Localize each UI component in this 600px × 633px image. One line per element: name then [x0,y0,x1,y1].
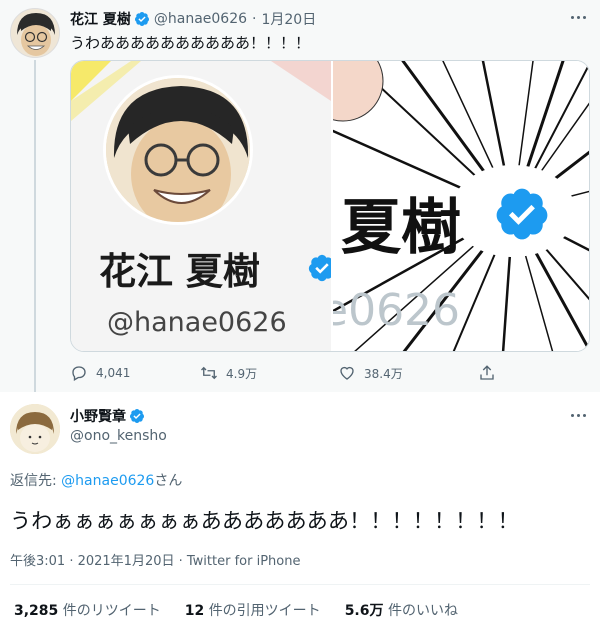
parent-tweet[interactable]: 花江 夏樹 @hanae0626 · 1月20日 うわああああああああああ！！！… [0,0,600,392]
divider [10,584,590,585]
verified-badge-icon [129,409,144,423]
like-icon [340,366,354,380]
media-image-profile[interactable]: 花江 夏樹 @hanae0626 [71,61,331,351]
verified-badge-manga-icon [496,188,548,240]
reply-context: 返信先: @hanae0626さん [10,470,182,490]
reply-suffix: さん [154,473,183,489]
tweet-text: うわああああああああああ！！！！ [70,34,311,52]
media-image-manga[interactable]: 夏樹 e0626 [333,61,589,351]
more-icon[interactable] [568,408,588,422]
verified-badge-large-icon [308,254,331,282]
tweet-header: 花江 夏樹 @hanae0626 · 1月20日 [70,8,316,30]
manga-name-text: 夏樹 [341,193,461,263]
verified-badge-icon [134,12,149,26]
tweet-timestamp[interactable]: 午後3:01 · 2021年1月20日 · Twitter for iPhone [10,550,300,569]
retweet-count: 4.9万 [226,366,258,381]
profile-avatar-image [103,75,253,225]
like-button[interactable]: 38.4万 [338,364,478,382]
reply-icon [72,366,86,381]
share-icon [480,365,494,380]
profile-handle-large: @hanae0626 [107,307,287,338]
tweet-media[interactable]: 花江 夏樹 @hanae0626 夏樹 e0626 [70,60,590,352]
thread-line [34,60,36,392]
quotes-stat[interactable]: 12 件の引用ツイート [185,600,321,620]
avatar[interactable] [10,8,60,58]
tweet-date[interactable]: 1月20日 [261,9,316,29]
retweet-icon [201,366,217,380]
like-count: 38.4万 [364,366,403,381]
author-name-row: 小野賢章 [70,406,149,426]
tweet-actions: 4,041 4.9万 38.4万 [70,362,510,384]
author-name[interactable]: 花江 夏樹 [70,9,131,29]
author-handle[interactable]: @ono_kensho [70,428,167,444]
reply-prefix: 返信先: [10,473,62,489]
reply-button[interactable]: 4,041 [70,364,200,382]
avatar[interactable] [10,404,60,454]
profile-name-large: 花江 夏樹 [99,250,260,293]
dot-separator: · [252,11,257,27]
tweet-text: うわぁぁぁぁぁぁぁあああああああ！！！！！！！！ [10,509,519,533]
tweet-stats: 3,285 件のリツイート 12 件の引用ツイート 5.6万 件のいいね [14,600,458,620]
likes-stat[interactable]: 5.6万 件のいいね [345,600,458,620]
retweets-stat[interactable]: 3,285 件のリツイート [14,600,161,620]
author-handle[interactable]: @hanae0626 [154,11,247,27]
retweet-button[interactable]: 4.9万 [200,364,338,382]
share-button[interactable] [478,364,496,382]
author-name[interactable]: 小野賢章 [70,406,126,426]
reply-target-link[interactable]: @hanae0626 [61,473,154,489]
reply-count: 4,041 [96,366,131,380]
more-icon[interactable] [568,10,588,24]
manga-handle-text: e0626 [333,285,461,336]
